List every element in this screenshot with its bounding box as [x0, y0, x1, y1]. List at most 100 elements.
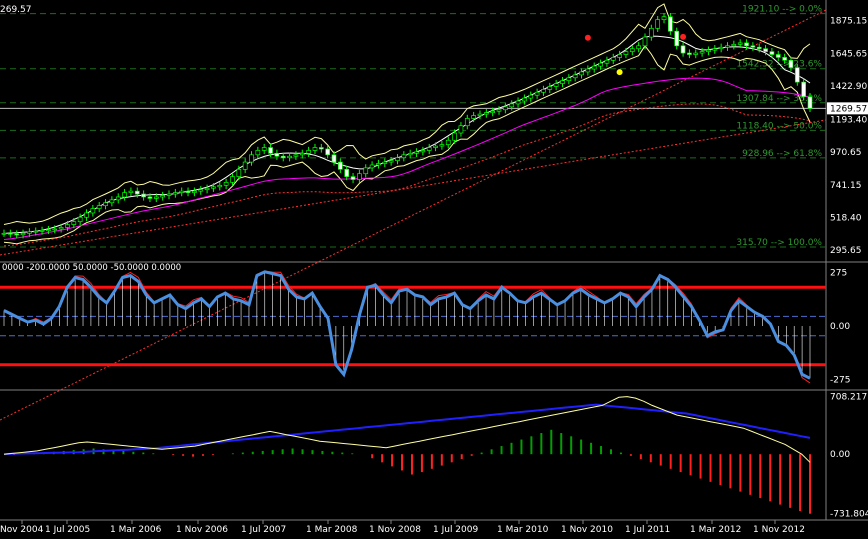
candle-body-119	[756, 46, 762, 50]
candle-body-32	[204, 187, 210, 191]
candle-body-87	[553, 83, 559, 87]
candle-body-40	[255, 150, 261, 156]
candle-body-105	[668, 16, 673, 32]
time-label-0: Nov 2004	[0, 525, 44, 535]
candle-body-70	[445, 139, 451, 145]
candle-body-117	[744, 42, 749, 47]
candle-body-5	[33, 230, 39, 233]
candle-body-44	[280, 155, 286, 159]
candle-body-41	[261, 147, 267, 151]
candle-body-63	[401, 154, 407, 159]
candle-body-113	[718, 46, 724, 50]
candle-body-122	[775, 54, 781, 58]
candle-body-50	[318, 147, 324, 150]
candle-body-47	[299, 152, 305, 156]
marker-red-1	[584, 34, 591, 41]
candle-body-98	[623, 51, 629, 55]
candle-body-12	[77, 216, 83, 223]
candle-body-58	[369, 164, 375, 169]
candle-body-38	[242, 161, 248, 170]
time-label-3: 1 Nov 2006	[176, 525, 228, 535]
candle-body-11	[71, 221, 77, 225]
candle-body-90	[572, 74, 578, 79]
top-left-price: 269.57	[0, 5, 32, 15]
candle-body-61	[388, 160, 394, 163]
fib-label-0: 1921.10 --> 0.0%	[742, 5, 822, 15]
time-label-9: 1 Nov 2010	[561, 525, 613, 535]
candle-body-101	[642, 36, 648, 47]
candle-body-45	[287, 155, 292, 159]
macd-tick-0: 708.217	[830, 393, 867, 403]
candle-body-59	[376, 163, 381, 166]
candle-body-104	[661, 16, 667, 20]
candle-body-54	[344, 168, 350, 177]
candle-body-64	[407, 152, 413, 156]
macd-tick-2: -731.804	[830, 510, 868, 520]
candle-body-73	[464, 118, 470, 127]
candle-body-53	[338, 161, 343, 170]
candle-body-35	[223, 182, 229, 186]
candle-body-46	[293, 154, 299, 157]
candle-body-48	[306, 150, 311, 154]
candle-body-125	[794, 67, 800, 83]
candle-body-62	[395, 157, 400, 161]
current-price-label: 1269.57	[830, 104, 867, 114]
candle-body-56	[357, 173, 362, 180]
candle-body-13	[84, 212, 89, 218]
candle-body-123	[782, 57, 787, 61]
candle-body-6	[39, 230, 45, 232]
candle-body-10	[65, 224, 70, 228]
time-label-6: 1 Nov 2008	[369, 525, 421, 535]
candle-body-79	[503, 106, 508, 111]
candle-body-17	[109, 199, 115, 204]
candle-body-14	[90, 208, 96, 214]
time-label-10: 1 Jul 2011	[625, 525, 670, 535]
candle-body-84	[534, 91, 540, 96]
chart-svg[interactable]: 1921.10 --> 0.0%1542.32 --> 23.6%1307.84…	[0, 0, 868, 539]
candle-body-24	[153, 196, 159, 199]
candle-body-88	[560, 80, 565, 84]
candle-body-49	[312, 147, 318, 151]
candle-body-86	[547, 86, 553, 90]
candle-body-36	[230, 176, 235, 183]
candle-body-4	[27, 231, 32, 234]
candle-body-110	[699, 51, 705, 54]
candle-body-69	[439, 144, 445, 147]
cci-tick-2: -275	[830, 375, 850, 385]
candle-body-25	[160, 195, 166, 198]
candle-body-115	[731, 43, 737, 47]
candle-body-51	[325, 148, 331, 156]
candle-body-71	[452, 132, 457, 141]
candle-body-100	[636, 45, 641, 50]
candle-body-120	[763, 48, 768, 52]
candle-body-39	[249, 154, 254, 163]
candle-body-77	[490, 110, 496, 114]
price-tick-3: 1193.40	[830, 115, 867, 125]
candle-body-121	[769, 51, 775, 55]
candle-body-31	[198, 189, 204, 192]
marker-yellow-1	[616, 69, 623, 76]
candle-body-99	[629, 48, 635, 52]
time-label-11: 1 Mar 2012	[690, 525, 741, 535]
candle-body-55	[350, 176, 356, 180]
candle-body-0	[1, 232, 7, 235]
candle-body-7	[46, 229, 51, 232]
marker-red-2	[680, 33, 687, 40]
candle-body-91	[579, 71, 584, 76]
candle-body-20	[128, 190, 134, 193]
candle-body-94	[598, 62, 603, 67]
candle-body-67	[426, 147, 432, 151]
price-tick-1: 1645.65	[830, 50, 867, 60]
time-label-5: 1 Mar 2008	[306, 525, 358, 535]
candle-body-15	[96, 205, 102, 209]
candle-body-127	[807, 96, 813, 109]
candle-body-126	[801, 81, 807, 98]
cci-header: 0000 -200.0000 50.0000 -50.0000 0.0000	[2, 263, 181, 273]
candle-body-22	[141, 193, 146, 198]
candle-body-74	[471, 115, 476, 119]
price-tick-0: 1875.15	[830, 16, 867, 26]
candle-body-57	[363, 167, 369, 175]
candle-body-68	[433, 145, 438, 148]
candle-body-95	[604, 59, 610, 64]
candle-body-43	[274, 152, 280, 157]
